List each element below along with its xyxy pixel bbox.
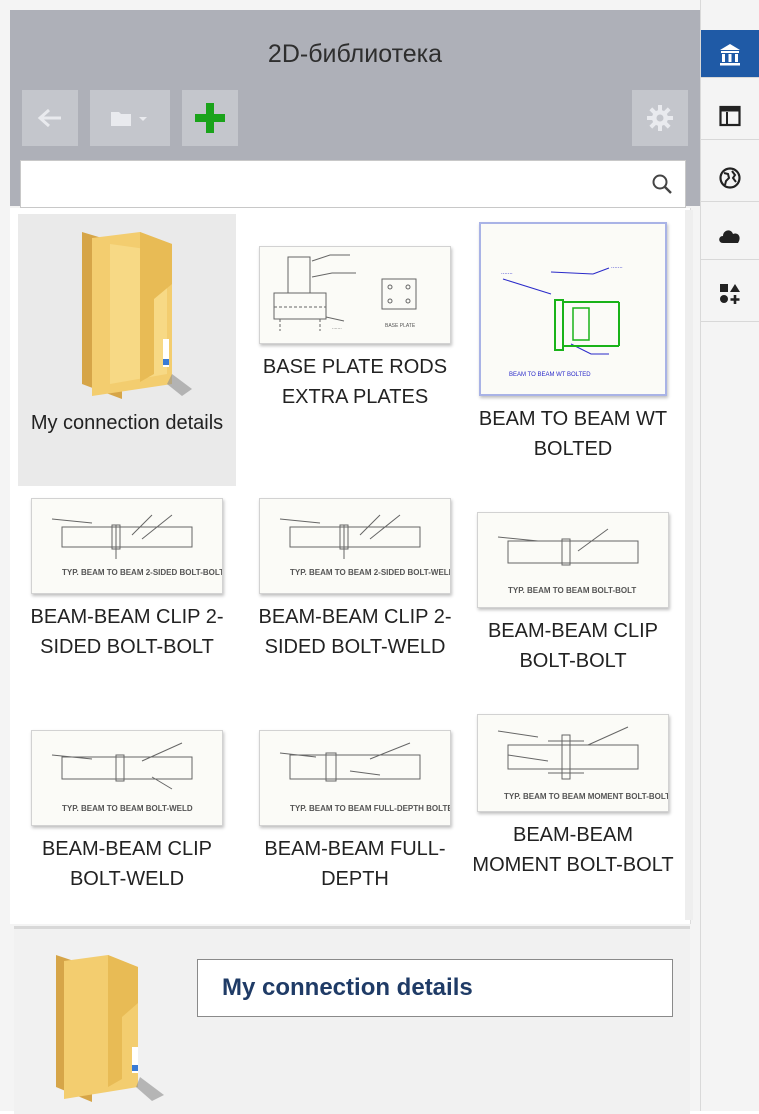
cloud-icon bbox=[719, 229, 740, 243]
item-name-field[interactable]: My connection details bbox=[197, 959, 673, 1017]
library-item-moment-bolt-bolt[interactable]: TYP. BEAM TO BEAM MOMENT BOLT-BOLT BEAM-… bbox=[464, 714, 682, 880]
library-item-label: BEAM-BEAM CLIP BOLT-BOLT bbox=[487, 620, 659, 672]
settings-button[interactable] bbox=[632, 90, 688, 146]
folder-dropdown-icon bbox=[111, 112, 147, 126]
library-item-label: BEAM-BEAM FULL-DEPTH bbox=[264, 838, 446, 890]
library-item-label: My connection details bbox=[30, 412, 224, 434]
library-item-label: BEAM TO BEAM WT BOLTED bbox=[478, 408, 668, 460]
details-footer: My connection details bbox=[14, 926, 690, 1114]
library-item-label: BASE PLATE RODS EXTRA PLATES bbox=[262, 356, 448, 408]
drawing-thumbnail: TYP. BEAM TO BEAM FULL-DEPTH BOLTED bbox=[259, 730, 451, 826]
search-input[interactable] bbox=[21, 161, 641, 207]
add-button[interactable] bbox=[182, 90, 238, 146]
drawing-caption: TYP. BEAM TO BEAM BOLT-WELD bbox=[62, 804, 193, 813]
library-item-clip-2-sided-bolt-weld[interactable]: TYP. BEAM TO BEAM 2-SIDED BOLT-WELD BEAM… bbox=[246, 498, 464, 662]
green-plus-icon bbox=[195, 103, 225, 133]
drawing-thumbnail: TYP. BEAM TO BEAM MOMENT BOLT-BOLT bbox=[477, 714, 669, 812]
folder-icon bbox=[56, 955, 164, 1102]
library-item-clip-bolt-weld[interactable]: TYP. BEAM TO BEAM BOLT-WELD BEAM-BEAM CL… bbox=[18, 730, 236, 894]
drawing-thumbnail: TYP. BEAM TO BEAM BOLT-WELD bbox=[31, 730, 223, 826]
back-button[interactable] bbox=[22, 90, 78, 146]
svg-text:BASE PLATE: BASE PLATE bbox=[385, 323, 416, 329]
library-icon bbox=[720, 43, 740, 65]
drawing-caption: TYP. BEAM TO BEAM MOMENT BOLT-BOLT bbox=[504, 792, 668, 801]
rail-layout-button[interactable] bbox=[701, 92, 759, 140]
search-box bbox=[20, 160, 686, 208]
svg-text:.......: ....... bbox=[332, 325, 342, 331]
drawing-caption: TYP. BEAM TO BEAM FULL-DEPTH BOLTED bbox=[290, 804, 450, 813]
drawing-thumbnail: TYP. BEAM TO BEAM 2-SIDED BOLT-WELD bbox=[259, 498, 451, 594]
shapes-add-icon bbox=[720, 283, 740, 304]
drawing-thumbnail: TYP. BEAM TO BEAM 2-SIDED BOLT-BOLT bbox=[31, 498, 223, 594]
library-item-clip-bolt-bolt[interactable]: TYP. BEAM TO BEAM BOLT-BOLT BEAM-BEAM CL… bbox=[464, 512, 682, 676]
right-rail bbox=[700, 0, 759, 1111]
library-item-label: BEAM-BEAM CLIP 2-SIDED BOLT-BOLT bbox=[30, 606, 224, 658]
drawing-caption: TYP. BEAM TO BEAM 2-SIDED BOLT-BOLT bbox=[62, 568, 222, 577]
folder-dropdown-button[interactable] bbox=[90, 90, 170, 146]
library-item-full-depth[interactable]: TYP. BEAM TO BEAM FULL-DEPTH BOLTED BEAM… bbox=[246, 730, 464, 894]
library-item-clip-2-sided-bolt-bolt[interactable]: TYP. BEAM TO BEAM 2-SIDED BOLT-BOLT BEAM… bbox=[18, 498, 236, 662]
layout-icon bbox=[719, 105, 741, 126]
library-item-my-connection-details[interactable]: My connection details bbox=[18, 214, 236, 486]
page-title: 2D-библиотека bbox=[267, 40, 443, 68]
library-item-label: BEAM-BEAM CLIP 2-SIDED BOLT-WELD bbox=[258, 606, 452, 658]
drawing-thumbnail: ....... BASE PLATE bbox=[259, 246, 451, 344]
drawing-caption: TYP. BEAM TO BEAM 2-SIDED BOLT-WELD bbox=[290, 568, 450, 577]
drawing-thumbnail: TYP. BEAM TO BEAM BOLT-BOLT bbox=[477, 512, 669, 608]
drawing-caption: BEAM TO BEAM WT BOLTED bbox=[509, 372, 591, 378]
svg-text:.......: ....... bbox=[611, 264, 623, 270]
rail-cloud-button[interactable] bbox=[701, 212, 759, 260]
library-header: 2D-библиотека bbox=[10, 10, 700, 208]
rail-library-button[interactable] bbox=[701, 30, 759, 78]
drawing-thumbnail: ....... ....... BEAM TO BEAM WT BOLTED bbox=[479, 222, 667, 396]
rail-globe-button[interactable] bbox=[701, 154, 759, 202]
rail-shapes-button[interactable] bbox=[701, 266, 759, 322]
drawing-caption: TYP. BEAM TO BEAM BOLT-BOLT bbox=[508, 586, 636, 595]
library-item-label: BEAM-BEAM MOMENT BOLT-BOLT bbox=[472, 824, 674, 876]
scrollbar[interactable] bbox=[685, 210, 693, 920]
library-item-beam-to-beam-wt-bolted[interactable]: ....... ....... BEAM TO BEAM WT BOLTED B… bbox=[464, 222, 682, 464]
svg-text:.......: ....... bbox=[501, 270, 513, 276]
globe-icon bbox=[719, 166, 741, 189]
gear-icon bbox=[647, 105, 673, 131]
library-item-label: BEAM-BEAM CLIP BOLT-WELD bbox=[41, 838, 213, 890]
library-panel: 2D-библиотека My connection details ....… bbox=[0, 0, 700, 1114]
folder-icon bbox=[82, 232, 192, 399]
arrow-left-icon bbox=[37, 108, 61, 128]
search-icon[interactable] bbox=[651, 173, 673, 195]
library-grid: My connection details ....... BASE PLATE… bbox=[10, 208, 691, 924]
library-item-base-plate[interactable]: ....... BASE PLATE BASE PLATE RODS EXTRA… bbox=[246, 246, 464, 412]
